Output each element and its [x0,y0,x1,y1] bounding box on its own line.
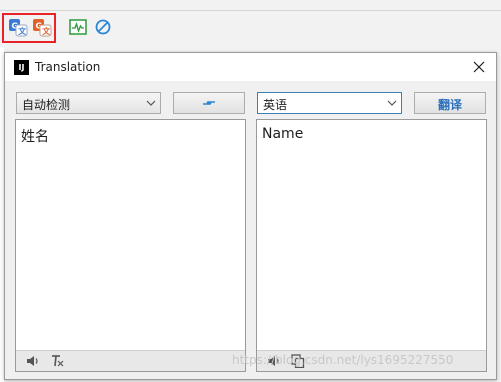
translate-button[interactable]: 翻译 [414,92,486,114]
ide-top-strip [0,0,501,11]
chevron-down-icon [146,100,156,106]
disable-icon[interactable] [93,17,113,37]
source-language-select[interactable]: 自动检测 [16,92,161,114]
source-pane-footer [16,350,245,371]
translate-replace-icon[interactable]: G 文 [32,17,52,37]
target-language-value: 英语 [263,98,288,112]
ide-toolbar: G 文 G 文 [0,11,501,47]
chevron-down-icon [387,100,397,106]
speaker-icon[interactable] [26,354,40,368]
dialog-title: Translation [35,60,101,74]
app-logo: IJ [14,60,29,75]
clear-format-icon[interactable] [50,354,64,368]
watermark: https://blog.csdn.net/lys1695227550 [232,353,454,367]
source-language-value: 自动检测 [22,98,71,112]
close-icon[interactable] [470,58,488,76]
swap-icon [203,101,215,105]
svg-text:文: 文 [18,26,27,36]
result-text-pane: Name [256,119,487,372]
activity-monitor-icon[interactable] [68,17,88,37]
swap-languages-button[interactable] [173,92,245,114]
target-language-select[interactable]: 英语 [257,92,402,114]
translate-button-label: 翻译 [437,98,462,112]
translation-dialog: IJ Translation 自动检测 英语 翻译 姓名 Name [4,52,497,380]
source-text-input[interactable]: 姓名 [21,126,49,146]
result-text[interactable]: Name [262,126,303,142]
source-text-pane: 姓名 [15,119,246,372]
dialog-titlebar: IJ Translation [5,53,496,81]
translate-icon[interactable]: G 文 [8,17,28,37]
svg-text:文: 文 [42,26,51,36]
